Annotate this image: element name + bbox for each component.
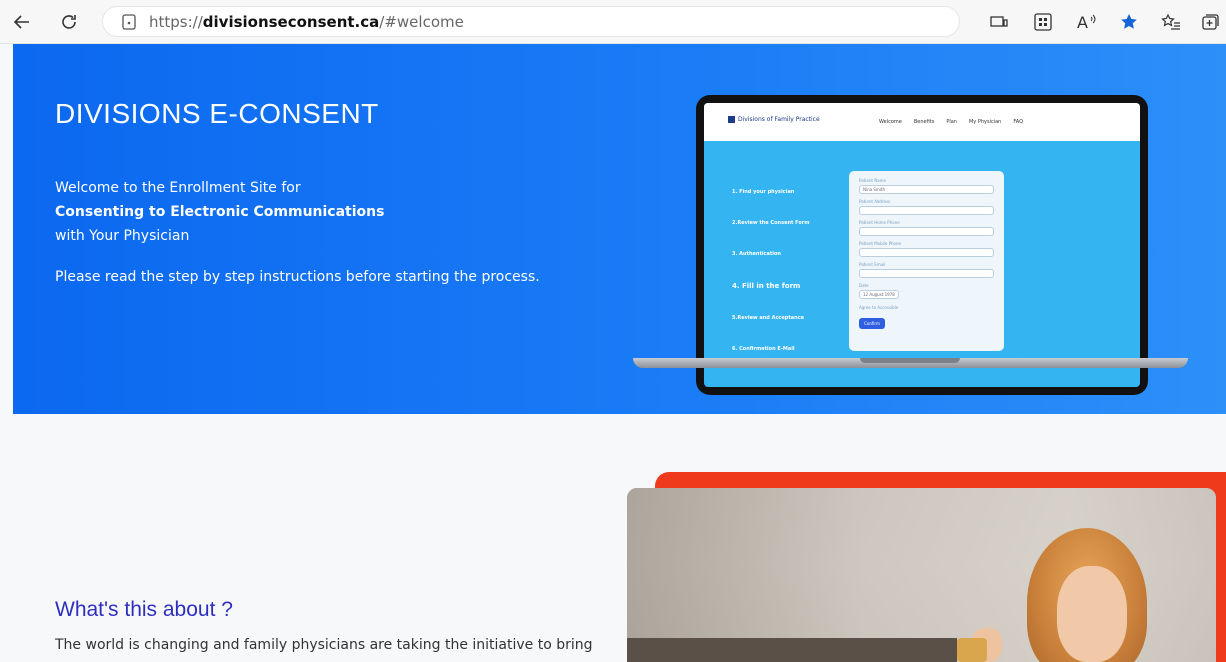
page-title: DIVISIONS E-CONSENT	[55, 98, 379, 129]
laptop-screen: Divisions of Family Practice Welcome Ben…	[704, 103, 1140, 387]
mockup-field-label: Patient Name	[859, 178, 886, 183]
address-bar[interactable]: https://divisionseconsent.ca/#welcome	[102, 6, 960, 37]
mockup-checkbox: Agree to Accessible	[859, 305, 899, 310]
mockup-step-active: 4. Fill in the form	[732, 282, 801, 290]
mockup-step: 2.Review the Consent Form	[732, 220, 810, 226]
laptop-notch	[860, 358, 960, 363]
mockup-field	[859, 227, 994, 236]
mockup-step: 6. Confirmation E-Mail	[732, 346, 795, 352]
back-arrow-icon[interactable]	[10, 10, 34, 34]
mockup-nav-item: FAQ	[1013, 119, 1024, 125]
mockup-navbar: Divisions of Family Practice Welcome Ben…	[704, 103, 1140, 141]
mockup-field	[859, 248, 994, 257]
favorite-star-icon[interactable]	[1117, 10, 1141, 34]
mockup-step: 5.Review and Acceptance	[732, 315, 805, 321]
mockup-nav-item: Plan	[946, 119, 957, 125]
mockup-nav-item: My Physician	[968, 119, 1002, 125]
mockup-date-field: 12 August 1978	[859, 290, 899, 299]
mockup-nav-item: Welcome	[879, 119, 902, 125]
mockup-field	[859, 206, 994, 215]
mockup-nav-links: Welcome Benefits Plan My Physician FAQ	[879, 119, 1023, 125]
refresh-icon[interactable]	[57, 10, 81, 34]
mockup-steps-list: 1. Find your physician 2.Review the Cons…	[732, 189, 809, 377]
mockup-field-label: Patient Mobile Phone	[859, 241, 901, 246]
read-aloud-icon[interactable]: A	[1075, 10, 1099, 34]
mockup-field-label: Patient Email	[859, 262, 886, 267]
section-heading: What's this about ?	[55, 598, 233, 621]
mockup-nav-item: Benefits	[913, 119, 935, 125]
mockup-field-label: Patient Home Phone	[859, 220, 900, 225]
hero-consent-text: Consenting to Electronic Communications	[55, 204, 385, 220]
svg-text:A: A	[1077, 13, 1088, 32]
mockup-step: 3. Authentication	[732, 251, 781, 257]
mockup-field-label: Patient Address	[859, 199, 891, 204]
mockup-form: Patient Name Nina Smith Patient Address …	[849, 171, 1004, 351]
laptop-mockup-image: Divisions of Family Practice Welcome Ben…	[696, 95, 1148, 395]
mockup-logo: Divisions of Family Practice	[728, 116, 820, 123]
favorites-list-icon[interactable]	[1159, 10, 1183, 34]
mockup-field	[859, 269, 994, 278]
url-text: https://divisionseconsent.ca/#welcome	[149, 13, 464, 31]
mockup-field-label: Date	[859, 283, 869, 288]
hero-instructions-text: Please read the step by step instruction…	[55, 269, 540, 285]
hero-physician-text: with Your Physician	[55, 228, 190, 244]
app-available-icon[interactable]	[987, 10, 1011, 34]
collections-icon[interactable]	[1198, 10, 1222, 34]
woman-with-phone-photo	[627, 488, 1216, 662]
page-info-icon[interactable]	[121, 13, 137, 31]
hero-welcome-text: Welcome to the Enrollment Site for	[55, 180, 301, 196]
section-body-text: The world is changing and family physici…	[55, 637, 593, 653]
qr-grid-icon[interactable]	[1031, 10, 1055, 34]
mockup-confirm-button: Confirm	[859, 318, 885, 329]
browser-toolbar: https://divisionseconsent.ca/#welcome A	[0, 0, 1226, 44]
mockup-field: Nina Smith	[859, 185, 994, 194]
mockup-step: 1. Find your physician	[732, 189, 795, 195]
